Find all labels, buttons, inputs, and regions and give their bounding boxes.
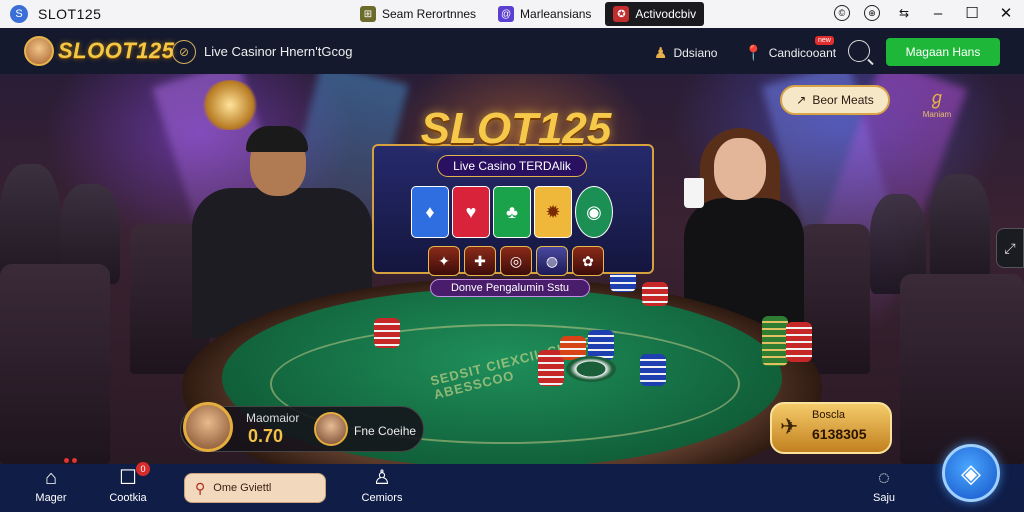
search-icon: ⚲ — [195, 479, 206, 496]
nav-item-home[interactable]: ⌂ Mager — [21, 466, 81, 504]
swap-icon[interactable]: ⇆ — [894, 3, 914, 23]
minimize-button[interactable]: – — [928, 3, 948, 23]
nav-item-cemiors[interactable]: ♙ Cemiors — [352, 466, 412, 504]
best-meats-label: Beor Meats — [812, 93, 874, 107]
site-logo[interactable]: SLOOT125 — [58, 38, 174, 64]
chat-fab-button[interactable]: ◈ — [942, 444, 1000, 502]
tab-2-label: Marleansians — [520, 7, 592, 21]
location-pin-icon: 📍 — [744, 45, 763, 62]
app-title: SLOT125 — [38, 6, 102, 22]
game-tile-4[interactable]: ◍ — [536, 246, 568, 276]
game-card-1[interactable]: ♦ — [411, 186, 449, 238]
expand-icon[interactable]: ⤢ — [996, 228, 1024, 268]
window-titlebar: S SLOT125 ⊞ Seam Rerortnnes @ Marleansia… — [0, 0, 1024, 28]
chip-stack — [640, 354, 666, 386]
header-item-1-label: Ddsiano — [673, 46, 718, 60]
notification-badge: 0 — [136, 462, 150, 476]
game-card-3[interactable]: ♣ — [493, 186, 531, 238]
game-card-5[interactable]: ◉ — [575, 186, 613, 238]
nav-search-label: Ome Gviettl — [213, 482, 272, 494]
game-card-4[interactable]: ✹ — [534, 186, 572, 238]
armchair — [900, 274, 1024, 464]
nav-item-saju[interactable]: ◌ Saju — [854, 466, 914, 504]
brand-glyph-icon: ℊ — [928, 88, 946, 108]
second-player-avatar[interactable] — [314, 412, 348, 446]
chess-icon: ♟ — [654, 45, 668, 62]
window-tab-3[interactable]: ✪ Activodcbiv — [605, 2, 705, 26]
chip-stack — [566, 356, 616, 382]
player-label: Maomaior — [246, 411, 300, 425]
chip-stack — [786, 322, 812, 362]
header-item-2[interactable]: 📍 Candicooant — [744, 44, 836, 62]
search-icon[interactable] — [848, 40, 870, 62]
close-button[interactable]: ✕ — [996, 3, 1016, 23]
armchair — [0, 264, 110, 464]
promo-button[interactable]: Donve Pengalumin Sstu — [430, 279, 590, 297]
copyright-icon[interactable]: © — [834, 5, 850, 21]
promo-subtitle: Live Casino TERDAlik — [437, 155, 587, 177]
chip-stack — [762, 316, 788, 366]
bonus-title: Boscla — [812, 409, 846, 421]
female-player — [670, 128, 820, 328]
pagination-dots — [64, 458, 77, 463]
nav-item-cootkia-label: Cootkia — [109, 492, 147, 504]
new-badge: new — [815, 36, 834, 45]
player-avatar[interactable] — [183, 402, 233, 452]
tab-1-icon: ⊞ — [360, 6, 376, 22]
arrow-icon: ↗ — [796, 93, 807, 107]
home-icon: ⌂ — [44, 467, 58, 489]
drink-cup — [684, 178, 704, 208]
nav-search-button[interactable]: ⚲ Ome Gviettl — [184, 473, 326, 503]
app-icon: S — [10, 5, 28, 23]
tab-2-icon: @ — [498, 6, 515, 22]
tab-3-label: Activodcbiv — [635, 7, 697, 21]
maximize-button[interactable]: ☐ — [962, 3, 982, 23]
live-casino-icon[interactable]: ⊘ — [172, 40, 196, 64]
window-controls: © ⊕ ⇆ – ☐ ✕ — [834, 3, 1016, 23]
background-patron — [930, 174, 990, 284]
game-tile-5[interactable]: ✿ — [572, 246, 604, 276]
circle-icon: ◌ — [878, 467, 890, 489]
tab-3-icon: ✪ — [613, 6, 630, 22]
plane-icon: ✈ — [780, 414, 799, 439]
game-tile-3[interactable]: ◎ — [500, 246, 532, 276]
window-tab-1[interactable]: ⊞ Seam Rerortnnes — [352, 2, 484, 26]
logo-avatar[interactable] — [24, 36, 54, 66]
header-item-2-label: Candicooant — [768, 46, 837, 60]
promo-title: SLOT125 — [420, 104, 612, 153]
second-player-label: Fne Coeihe — [354, 424, 417, 438]
game-tile-2[interactable]: ✚ — [464, 246, 496, 276]
best-meats-button[interactable]: ↗ Beor Meats — [780, 85, 890, 115]
login-button[interactable]: Magaan Hans — [886, 38, 1000, 66]
brand-mark: ℊ Maniam — [912, 84, 962, 119]
chip-stack — [642, 282, 668, 306]
nav-item-home-label: Mager — [35, 492, 67, 504]
game-tile-1[interactable]: ✦ — [428, 246, 460, 276]
chip-stack — [374, 318, 400, 348]
brand-text: Maniam — [922, 110, 952, 119]
live-casino-link[interactable]: Live Casinor Hnern'tGcog — [204, 44, 352, 59]
nav-item-saju-label: Saju — [872, 492, 896, 504]
globe-icon[interactable]: ⊕ — [864, 5, 880, 21]
window-tab-2[interactable]: @ Marleansians — [490, 2, 599, 26]
header-item-1[interactable]: ♟ Ddsiano — [654, 44, 717, 62]
bonus-value: 6138305 — [812, 426, 867, 442]
window-tabs: ⊞ Seam Rerortnnes @ Marleansians ✪ Activ… — [352, 2, 705, 26]
nav-item-cemiors-label: Cemiors — [361, 492, 403, 504]
game-card-2[interactable]: ♥ — [452, 186, 490, 238]
player-value: 0.70 — [248, 426, 284, 446]
tab-1-label: Seam Rerortnnes — [382, 7, 477, 21]
user-icon: ♙ — [373, 467, 391, 489]
